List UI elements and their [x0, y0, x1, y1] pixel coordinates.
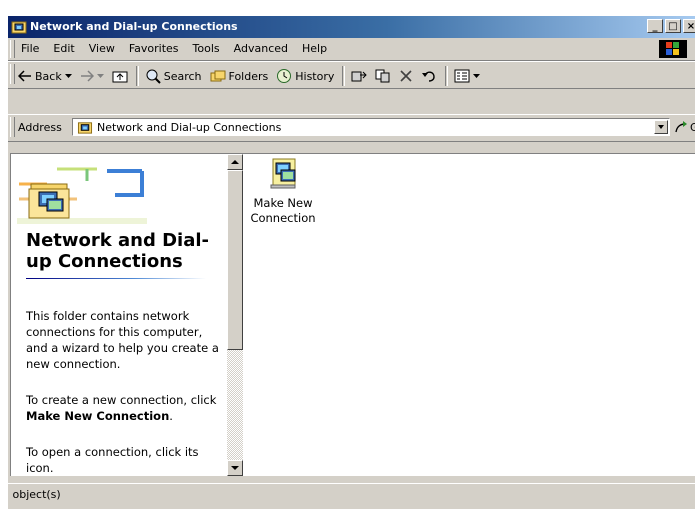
info-pane: Network and Dial-up Connections This fol…: [11, 154, 227, 476]
forward-arrow-icon: [80, 70, 94, 82]
network-folder-icon: [11, 21, 27, 34]
file-list-view[interactable]: Make New Connection: [243, 154, 695, 476]
back-arrow-icon: [18, 70, 31, 82]
make-new-connection-icon: [270, 158, 296, 189]
make-new-connection-item[interactable]: Make New Connection: [247, 157, 319, 226]
pane-description: This folder contains network connections…: [26, 309, 219, 371]
search-button[interactable]: Search: [145, 68, 202, 84]
chevron-down-icon: [658, 125, 664, 129]
pane-title: Network and Dial-up Connections: [26, 230, 209, 272]
toolbar-separator: [445, 66, 449, 86]
status-bar: 2 object(s): [8, 483, 695, 509]
address-label: Address: [18, 121, 62, 134]
undo-button[interactable]: [421, 69, 437, 83]
search-label: Search: [163, 69, 202, 83]
arrow-up-icon: [231, 160, 239, 164]
up-folder-button[interactable]: [112, 69, 128, 83]
info-pane-scrollbar[interactable]: [227, 154, 243, 476]
menu-tools[interactable]: Tools: [186, 42, 227, 55]
copy-to-button[interactable]: [375, 69, 391, 83]
address-input[interactable]: Network and Dial-up Connections: [72, 118, 670, 136]
delete-button[interactable]: [399, 69, 413, 83]
pane-open-instructions: To open a connection, click its icon.: [26, 445, 199, 475]
search-icon: [146, 69, 161, 84]
back-label: Back: [35, 69, 62, 83]
menu-edit[interactable]: Edit: [46, 42, 81, 55]
dropdown-arrow-icon: [473, 74, 481, 78]
item-label: Make New Connection: [250, 196, 316, 225]
create-end-text: .: [169, 409, 173, 423]
history-label: History: [295, 69, 335, 83]
close-button[interactable]: ×: [683, 19, 695, 33]
pane-create-instructions: To create a new connection, click Make N…: [26, 392, 224, 424]
go-label: Go: [690, 120, 695, 134]
minimize-button[interactable]: _: [647, 19, 663, 33]
maximize-button[interactable]: □: [665, 19, 681, 33]
window-title: Network and Dial-up Connections: [30, 20, 238, 33]
scroll-down-button[interactable]: [227, 460, 243, 476]
address-bar: Address Network and Dial-up Connections …: [8, 114, 695, 142]
address-grip[interactable]: [10, 117, 15, 137]
up-folder-icon: [112, 71, 128, 83]
go-button[interactable]: Go: [674, 120, 695, 134]
folders-button[interactable]: Folders: [210, 69, 269, 83]
go-arrow-icon: [675, 121, 687, 133]
folders-icon: [210, 70, 226, 82]
menu-view[interactable]: View: [82, 42, 122, 55]
history-icon: [277, 69, 292, 83]
windows-logo-icon: [659, 40, 687, 58]
network-banner-graphic: [17, 167, 147, 224]
scroll-thumb[interactable]: [227, 170, 243, 350]
arrow-down-icon: [231, 466, 239, 470]
move-to-button[interactable]: [351, 69, 368, 83]
scroll-up-button[interactable]: [227, 154, 243, 170]
copy-to-icon: [375, 69, 390, 83]
views-icon: [454, 69, 470, 83]
menu-help[interactable]: Help: [295, 42, 334, 55]
back-button[interactable]: Back: [18, 70, 72, 83]
menu-bar: File Edit View Favorites Tools Advanced …: [8, 38, 695, 61]
create-intro-text: To create a new connection, click: [26, 393, 217, 407]
address-value: Network and Dial-up Connections: [97, 121, 282, 134]
menu-grip[interactable]: [10, 40, 15, 58]
toolbar-grip[interactable]: [10, 64, 15, 84]
menu-favorites[interactable]: Favorites: [122, 42, 186, 55]
pane-title-divider: [26, 278, 206, 279]
content-area: Network and Dial-up Connections This fol…: [10, 153, 695, 476]
title-bar[interactable]: Network and Dial-up Connections _ □ ×: [8, 16, 695, 38]
explorer-window: Network and Dial-up Connections _ □ × Fi…: [8, 16, 695, 509]
network-folder-icon: [77, 122, 93, 134]
make-new-connection-link[interactable]: Make New Connection: [26, 409, 169, 423]
undo-icon: [422, 71, 436, 82]
move-to-icon: [351, 71, 368, 82]
toolbar-separator: [342, 66, 346, 86]
status-text: 2 object(s): [8, 488, 61, 501]
address-dropdown-button[interactable]: [654, 120, 668, 134]
folders-label: Folders: [228, 69, 269, 83]
menu-advanced[interactable]: Advanced: [227, 42, 295, 55]
dropdown-arrow-icon: [96, 74, 104, 78]
toolbar-separator: [135, 66, 139, 86]
delete-icon: [400, 70, 412, 82]
forward-button[interactable]: [80, 70, 104, 82]
standard-toolbar: Back Search Folders History: [8, 61, 695, 89]
dropdown-arrow-icon: [64, 74, 72, 78]
history-button[interactable]: History: [276, 68, 334, 84]
views-button[interactable]: [454, 69, 481, 83]
menu-file[interactable]: File: [18, 42, 46, 55]
